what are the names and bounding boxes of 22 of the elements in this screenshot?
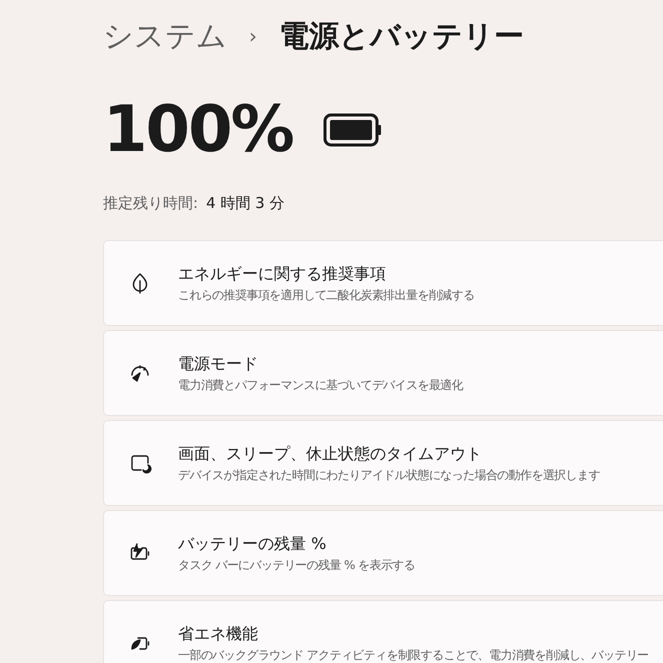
- page-title: 電源とバッテリー: [279, 18, 524, 56]
- breadcrumb-link[interactable]: システム: [103, 14, 227, 58]
- setting-title: 画面、スリープ、休止状態のタイムアウト: [178, 442, 483, 464]
- breadcrumb-separator: ›: [249, 23, 257, 50]
- battery-percentage: 100%: [103, 98, 293, 162]
- settings-card[interactable]: 画面、スリープ、休止状態のタイムアウト デバイスが指定された時間にわたりアイドル状態になった場合の動作を選択します: [103, 420, 663, 506]
- setting-title: 省エネ機能: [178, 622, 259, 644]
- setting-title: 電源モード: [178, 352, 259, 374]
- settings-card[interactable]: 省エネ機能 一部のバックグラウンド アクティビティを制限することで、電力消費を削減し、バッテリー: [103, 600, 663, 663]
- setting-description: これらの推奨事項を適用して二酸化炭素排出量を削減する: [178, 286, 474, 304]
- setting-title: エネルギーに関する推奨事項: [178, 262, 387, 284]
- setting-description: タスク バーにバッテリーの残量 % を表示する: [178, 556, 416, 574]
- setting-description: 電力消費とパフォーマンスに基づいてデバイスを最適化: [178, 376, 464, 394]
- settings-card[interactable]: エネルギーに関する推奨事項 これらの推奨事項を適用して二酸化炭素排出量を削減する: [103, 240, 663, 326]
- setting-description: デバイスが指定された時間にわたりアイドル状態になった場合の動作を選択します: [178, 466, 600, 484]
- estimate-value: 4 時間 3 分: [206, 193, 284, 214]
- setting-title: バッテリーの残量 %: [178, 532, 328, 554]
- settings-card[interactable]: バッテリーの残量 % タスク バーにバッテリーの残量 % を表示する: [103, 510, 663, 596]
- estimate-label: 推定残り時間:: [103, 193, 198, 214]
- setting-description: 一部のバックグラウンド アクティビティを制限することで、電力消費を削減し、バッテリー: [178, 646, 649, 663]
- settings-card[interactable]: 電源モード 電力消費とパフォーマンスに基づいてデバイスを最適化: [103, 330, 663, 416]
- battery-icon: [322, 113, 383, 147]
